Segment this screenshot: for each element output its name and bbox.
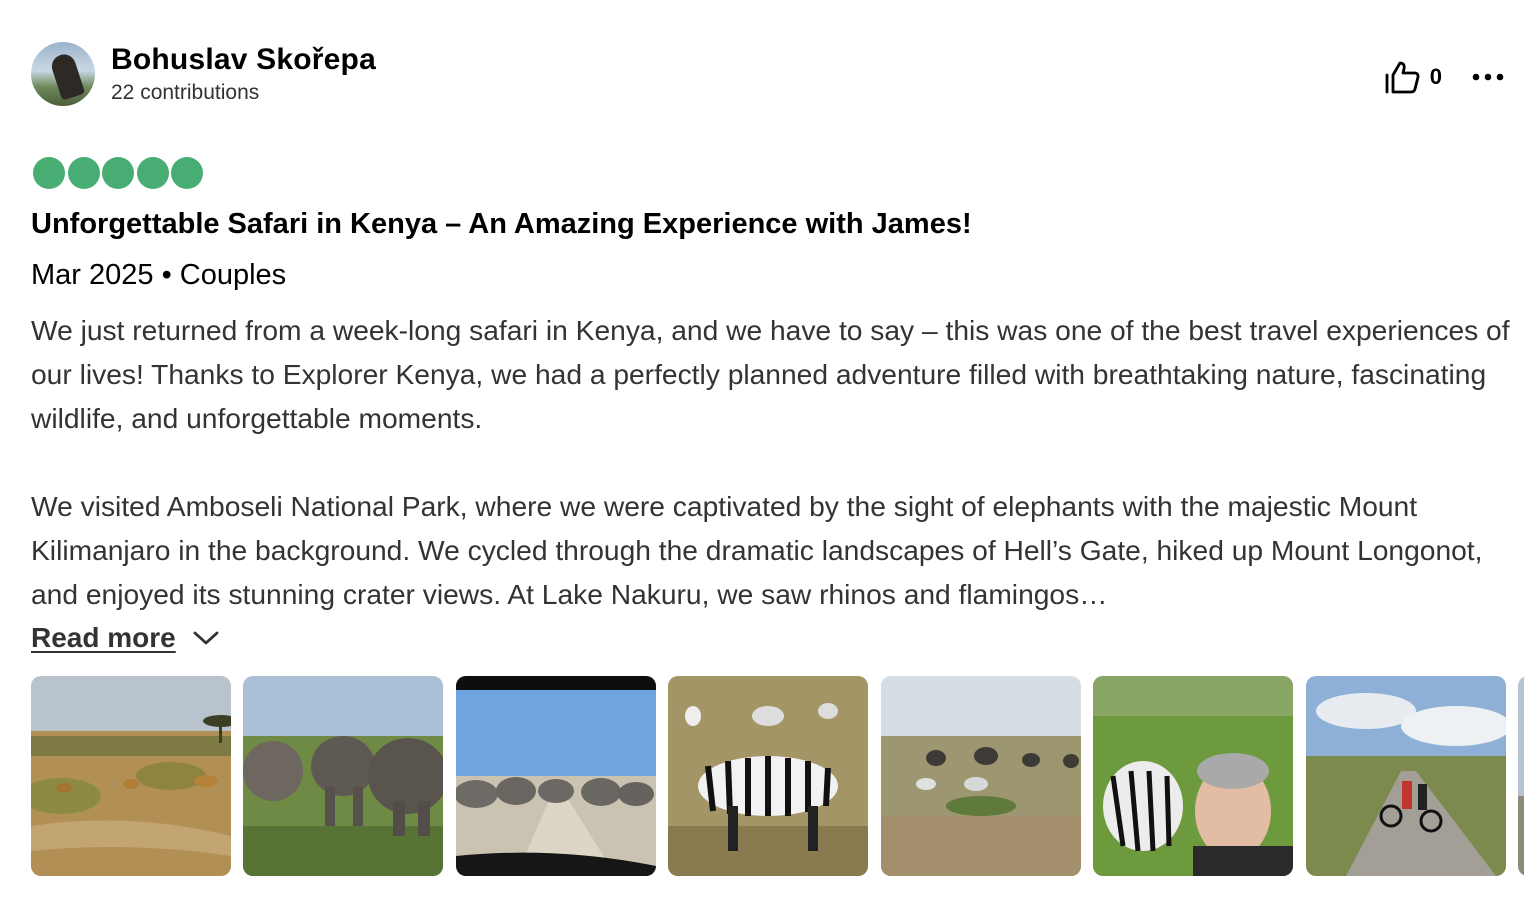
review-actions: 0 bbox=[1384, 60, 1504, 94]
review-body: We just returned from a week-long safari… bbox=[31, 308, 1521, 616]
zebras-elephants-plain-photo[interactable] bbox=[880, 676, 1081, 876]
rating-bubble bbox=[102, 157, 134, 189]
cyclists-road-photo[interactable] bbox=[1305, 676, 1506, 876]
elephant-herd-photo[interactable] bbox=[243, 676, 444, 876]
read-more-button[interactable]: Read more bbox=[31, 618, 220, 658]
avatar[interactable] bbox=[31, 42, 95, 106]
thumbs-up-icon bbox=[1385, 61, 1420, 94]
rating-bubble bbox=[33, 157, 65, 189]
reviewer-contributions: 22 contributions bbox=[111, 81, 260, 104]
more-options-button[interactable] bbox=[1472, 72, 1504, 82]
chevron-down-icon bbox=[193, 631, 219, 645]
review-card: Bohuslav Skořepa 22 contributions 0 Unfo… bbox=[0, 0, 1524, 900]
more-options-icon bbox=[1472, 73, 1504, 81]
reviewer-header: Bohuslav Skořepa 22 contributions bbox=[31, 42, 376, 106]
photo-strip bbox=[31, 676, 1524, 876]
rating-bubbles bbox=[33, 157, 206, 189]
rating-bubble bbox=[171, 157, 203, 189]
reviewer-meta: Bohuslav Skořepa 22 contributions bbox=[111, 42, 376, 106]
rating-bubble bbox=[67, 157, 100, 189]
review-title[interactable]: Unforgettable Safari in Kenya – An Amazi… bbox=[31, 204, 972, 244]
review-paragraph: We visited Amboseli National Park, where… bbox=[31, 490, 1483, 610]
helpful-count: 0 bbox=[1429, 64, 1442, 89]
read-more-label: Read more bbox=[31, 622, 176, 653]
rating-bubble bbox=[136, 157, 169, 189]
zebras-grazing-photo[interactable] bbox=[668, 676, 869, 876]
person-portrait-photo[interactable] bbox=[1518, 676, 1524, 876]
reviewer-name[interactable]: Bohuslav Skořepa bbox=[111, 42, 376, 78]
review-meta: Mar 2025 • Couples bbox=[31, 259, 287, 291]
zebras-selfie-photo[interactable] bbox=[1093, 676, 1294, 876]
lions-savanna-photo[interactable] bbox=[31, 676, 231, 876]
elephants-crossing-road-photo[interactable] bbox=[455, 676, 656, 876]
helpful-vote-button[interactable]: 0 bbox=[1384, 60, 1442, 94]
review-paragraph: We just returned from a week-long safari… bbox=[31, 314, 1510, 434]
